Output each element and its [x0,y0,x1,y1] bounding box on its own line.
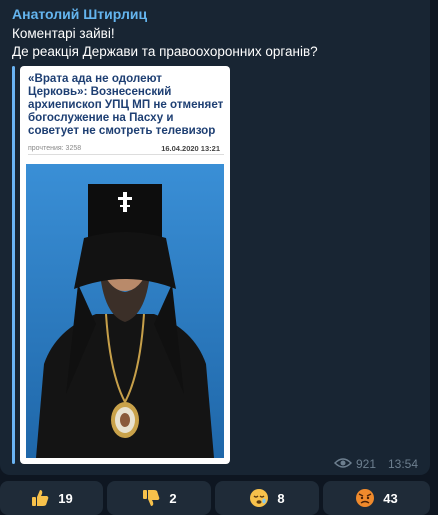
reaction-count: 2 [169,490,177,506]
reaction-thumbs-up[interactable]: 19 [0,481,103,515]
message-bubble[interactable]: Анатолий Штирлиц Коментарі зайві! Де реа… [0,0,430,475]
message-text-line-1: Коментарі зайві! [12,26,115,41]
article-headline: «Врата ада не одолеют Церковь»: Вознесен… [28,72,224,137]
reactions-bar: 19 2 8 43 [0,481,438,515]
article-views: прочтения: 3258 [28,145,82,152]
thumbs-up-icon [32,490,49,506]
eye-icon [334,458,352,468]
article-photo[interactable] [26,164,224,458]
reaction-angry-face[interactable]: 43 [323,481,430,515]
reaction-count: 8 [277,490,285,506]
article-card[interactable]: «Врата ада не одолеют Церковь»: Вознесен… [20,66,230,464]
reaction-count: 19 [58,490,73,506]
reaction-sleepy-face[interactable]: 8 [215,481,319,515]
angry-face-icon [356,489,375,507]
reaction-count: 43 [383,490,398,506]
sleepy-face-icon [250,489,269,507]
message-time: 13:54 [388,457,419,471]
thumbs-down-icon [143,490,160,506]
quote-bar [12,66,15,464]
forwarded-article[interactable]: «Врата ада не одолеют Церковь»: Вознесен… [12,66,232,464]
article-date: 16.04.2020 13:21 [161,144,220,153]
reaction-thumbs-down[interactable]: 2 [107,481,211,515]
sender-name[interactable]: Анатолий Штирлиц [12,6,147,22]
view-count: 921 [356,457,377,471]
divider [28,154,224,155]
chat-view: Анатолий Штирлиц Коментарі зайві! Де реа… [0,0,438,515]
message-text-line-2: Де реакція Держави та правоохоронних орг… [12,44,318,59]
